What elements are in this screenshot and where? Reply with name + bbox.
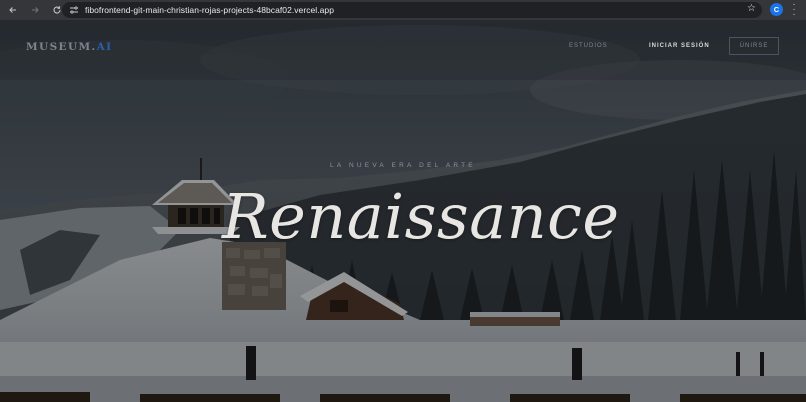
- site-logo[interactable]: MUSEUM.AI: [26, 41, 112, 53]
- browser-toolbar: fibofrontend-git-main-christian-rojas-pr…: [0, 0, 806, 20]
- address-bar[interactable]: fibofrontend-git-main-christian-rojas-pr…: [62, 2, 762, 18]
- back-icon[interactable]: [4, 1, 22, 19]
- login-link[interactable]: INICIAR SESIÓN: [649, 43, 710, 49]
- page-viewport: MUSEUM.AI ESTUDIOS INICIAR SESIÓN ÚNIRSE…: [0, 20, 806, 402]
- profile-avatar[interactable]: C: [770, 3, 783, 16]
- url-text[interactable]: fibofrontend-git-main-christian-rojas-pr…: [85, 5, 334, 15]
- hero-title: Renaissance: [222, 180, 620, 253]
- logo-accent: AI: [96, 41, 113, 53]
- hero-eyebrow: LA NUEVA ERA DEL ARTE: [330, 162, 476, 169]
- join-button-label: ÚNIRSE: [739, 43, 769, 49]
- site-header: MUSEUM.AI ESTUDIOS INICIAR SESIÓN ÚNIRSE: [0, 20, 806, 74]
- menu-icon[interactable]: · · ·: [790, 0, 798, 20]
- nav-link-estudios[interactable]: ESTUDIOS: [569, 43, 608, 49]
- bookmark-star-icon[interactable]: ☆: [747, 3, 756, 14]
- join-button[interactable]: ÚNIRSE: [729, 37, 779, 55]
- forward-icon[interactable]: [26, 1, 44, 19]
- site-settings-icon[interactable]: [66, 2, 82, 18]
- logo-text: MUSEUM.: [26, 41, 97, 53]
